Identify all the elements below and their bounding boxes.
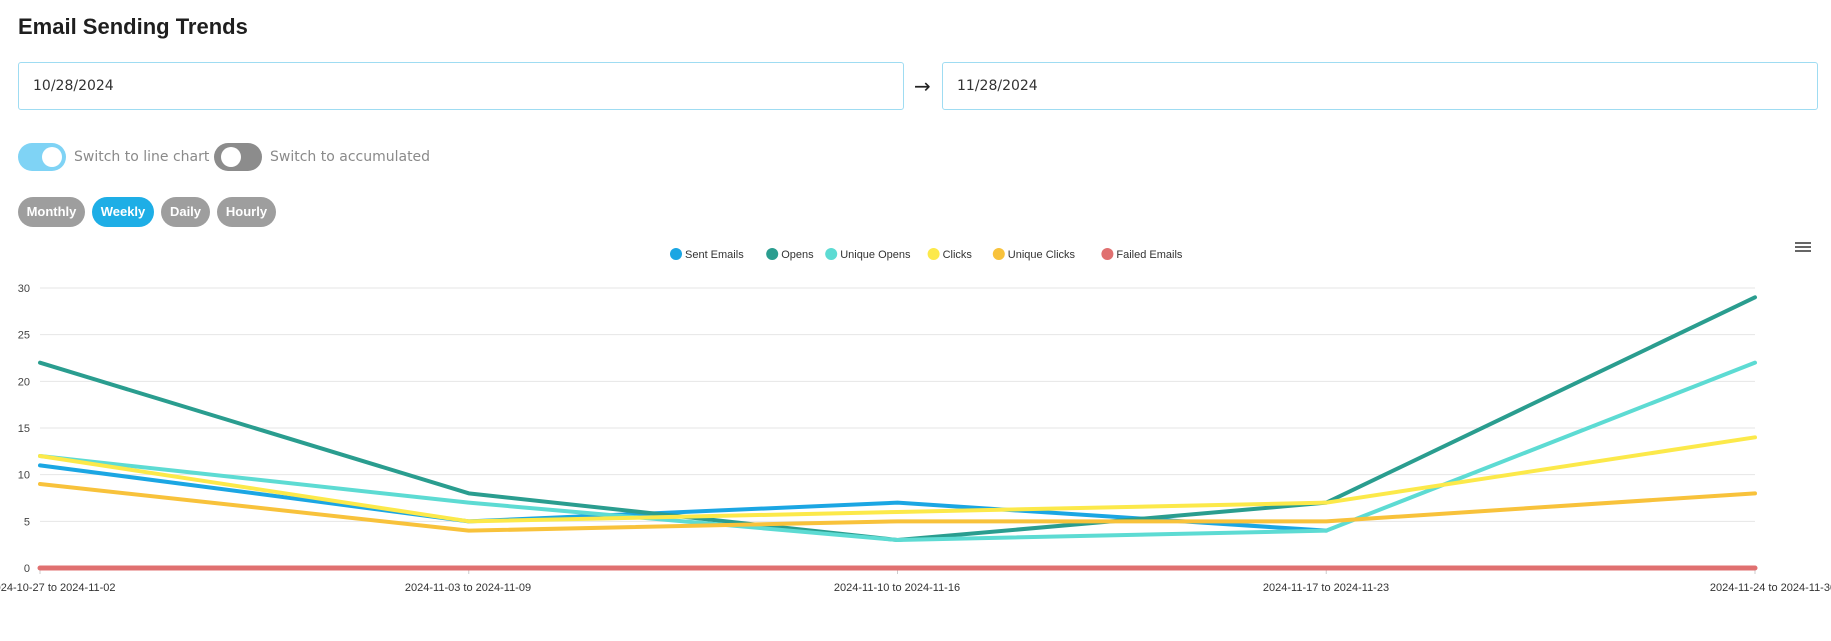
x-tick-label: 2024-11-10 to 2024-11-16	[834, 582, 960, 594]
legend-label: Failed Emails	[1116, 249, 1183, 261]
x-tick-label: 2024-11-03 to 2024-11-09	[405, 582, 531, 594]
x-tick-label: 2024-11-24 to 2024-11-30	[1710, 582, 1831, 594]
y-tick-label: 25	[18, 330, 30, 342]
x-tick-label: 2024-10-27 to 2024-11-02	[0, 582, 116, 594]
email-trends-chart: 0 5 10 15 20 25 30 2024-10-27 to 2024-11-02 2024…	[0, 248, 1831, 594]
y-tick-label: 15	[18, 423, 30, 435]
legend-marker	[825, 248, 838, 260]
legend-label: Unique Opens	[840, 249, 911, 261]
legend-label: Clicks	[943, 249, 973, 261]
y-tick-label: 10	[18, 470, 30, 482]
y-tick-label: 20	[18, 376, 30, 388]
legend-marker	[927, 248, 940, 260]
y-tick-label: 0	[24, 563, 30, 575]
legend-marker	[670, 248, 682, 260]
series-line-unique-clicks	[38, 482, 1757, 533]
legend-marker	[992, 248, 1005, 260]
legend-marker	[766, 248, 779, 260]
legend-label: Unique Clicks	[1008, 249, 1076, 261]
x-tick-label: 2024-11-17 to 2024-11-23	[1263, 582, 1389, 594]
legend-label: Opens	[781, 249, 814, 261]
legend-label: Sent Emails	[685, 249, 744, 261]
legend-marker	[1101, 248, 1114, 260]
y-tick-label: 30	[18, 283, 30, 295]
y-tick-label: 5	[24, 516, 30, 528]
